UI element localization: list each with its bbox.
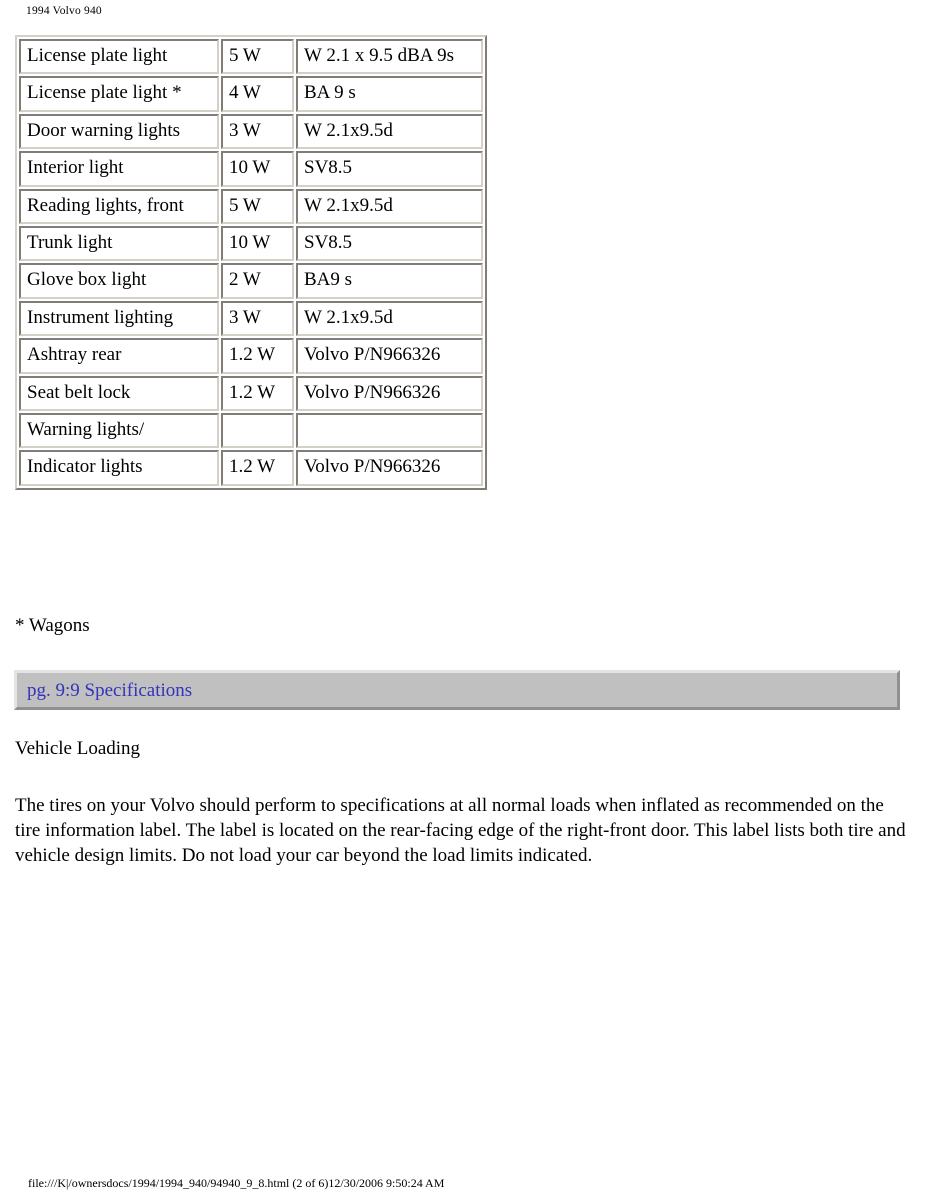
table-row: License plate light 5 WW 2.1 x 9.5 dBA 9s	[19, 39, 483, 75]
bulb-wattage-cell: 1.2 W	[221, 450, 294, 486]
bulb-component-cell: Seat belt lock	[19, 375, 219, 412]
page-navigation-bar[interactable]: pg. 9:9 Specifications	[14, 670, 900, 710]
bulb-type-cell	[296, 413, 483, 449]
nav-link-specifications[interactable]: pg. 9:9 Specifications	[17, 681, 192, 700]
bulb-type-cell: SV8.5	[296, 151, 483, 187]
table-row: Reading lights, front 5 WW 2.1x9.5d	[19, 188, 483, 225]
bulb-type-cell: Volvo P/N966326	[296, 338, 483, 374]
bulb-type-cell: W 2.1x9.5d	[296, 188, 483, 225]
bulb-component-cell: Interior light	[19, 151, 219, 187]
bulb-component-cell: Trunk light	[19, 226, 219, 262]
table-row: Warning lights/	[19, 413, 483, 449]
bulb-component-cell: Indicator lights	[19, 450, 219, 486]
bulb-type-cell: W 2.1 x 9.5 dBA 9s	[296, 39, 483, 75]
section-heading-vehicle-loading: Vehicle Loading	[15, 738, 141, 759]
table-row: Ashtray rear 1.2 W Volvo P/N966326	[19, 338, 483, 374]
bulb-type-cell: BA9 s	[296, 263, 483, 299]
bulb-wattage-cell: 3 W	[221, 113, 294, 150]
bulb-wattage-cell: 10 W	[221, 151, 294, 187]
bulb-wattage-cell: 5 W	[221, 39, 294, 75]
bulb-specification-table-container: License plate light 5 WW 2.1 x 9.5 dBA 9s…	[15, 35, 487, 490]
bulb-type-cell: Volvo P/N966326	[296, 450, 483, 486]
bulb-wattage-cell: 10 W	[221, 226, 294, 262]
bulb-component-cell: Door warning lights	[19, 113, 219, 150]
bulb-component-cell: License plate light	[19, 39, 219, 75]
bulb-type-cell: Volvo P/N966326	[296, 375, 483, 412]
bulb-wattage-cell: 4 W	[221, 76, 294, 112]
bulb-wattage-cell: 2 W	[221, 263, 294, 299]
table-row: Interior light 10 W SV8.5	[19, 151, 483, 187]
table-row: Seat belt lock 1.2 W Volvo P/N966326	[19, 375, 483, 412]
bulb-wattage-cell: 5 W	[221, 188, 294, 225]
bulb-component-cell: Glove box light	[19, 263, 219, 299]
bulb-component-cell: Reading lights, front	[19, 188, 219, 225]
bulb-table-body: License plate light 5 WW 2.1 x 9.5 dBA 9s…	[19, 39, 483, 486]
bulb-wattage-cell	[221, 413, 294, 449]
bulb-component-cell: License plate light *	[19, 76, 219, 112]
bulb-type-cell: W 2.1x9.5d	[296, 113, 483, 150]
wagons-footnote: * Wagons	[15, 615, 90, 636]
table-row: Glove box light 2 W BA9 s	[19, 263, 483, 299]
vehicle-loading-paragraph: The tires on your Volvo should perform t…	[15, 795, 906, 867]
bulb-type-cell: BA 9 s	[296, 76, 483, 112]
table-row: License plate light * 4 W BA 9 s	[19, 76, 483, 112]
bulb-wattage-cell: 1.2 W	[221, 338, 294, 374]
bulb-wattage-cell: 1.2 W	[221, 375, 294, 412]
bulb-component-cell: Ashtray rear	[19, 338, 219, 374]
table-row: Door warning lights 3 WW 2.1x9.5d	[19, 113, 483, 150]
table-row: Indicator lights 1.2 W Volvo P/N966326	[19, 450, 483, 486]
bulb-type-cell: W 2.1x9.5d	[296, 300, 483, 337]
table-row: Trunk light 10 W SV8.5	[19, 226, 483, 262]
bulb-type-cell: SV8.5	[296, 226, 483, 262]
table-row: Instrument lighting 3 WW 2.1x9.5d	[19, 300, 483, 337]
bulb-wattage-cell: 3 W	[221, 300, 294, 337]
print-footer-path: file:///K|/ownersdocs/1994/1994_940/9494…	[28, 1176, 445, 1190]
bulb-component-cell: Instrument lighting	[19, 300, 219, 337]
page-header: 1994 Volvo 940	[26, 5, 102, 17]
bulb-component-cell: Warning lights/	[19, 413, 219, 449]
bulb-specification-table: License plate light 5 WW 2.1 x 9.5 dBA 9s…	[15, 35, 487, 490]
